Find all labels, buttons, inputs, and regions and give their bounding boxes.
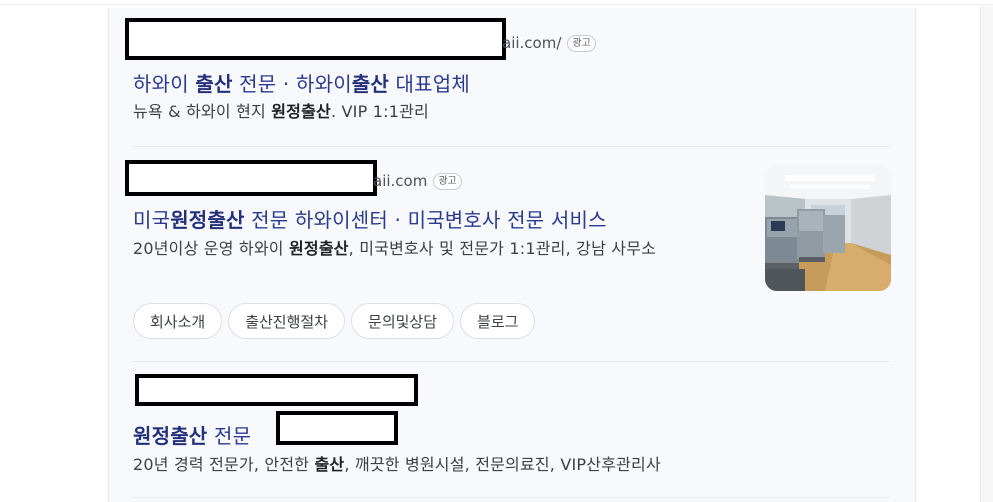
sitelink-blog[interactable]: 블로그 <box>460 303 536 339</box>
ad-badge: 광고 <box>567 34 596 52</box>
ad-url[interactable]: aii.com/ <box>502 34 561 52</box>
result-divider <box>133 497 890 498</box>
ad-title[interactable]: 미국원정출산 전문 하와이센터 · 미국변호사 전문 서비스 <box>133 204 607 233</box>
ad-desc-text: 20년 경력 전문가, 안전한 <box>133 455 315 474</box>
ad-description: 20년 경력 전문가, 안전한 출산, 깨끗한 병원시설, 전문의료진, VIP… <box>133 452 661 478</box>
ad-description: 뉴욕 & 하와이 현지 원정출산. VIP 1:1관리 <box>133 99 429 125</box>
sitelink-company-intro[interactable]: 회사소개 <box>133 303 223 339</box>
search-results-panel: aii.com/ 광고 하와이 출산 전문 · 하와이출산 대표업체 뉴욕 & … <box>108 8 916 502</box>
ad-title-keyword[interactable]: 출산 <box>352 72 389 96</box>
ad-desc-keyword: 원정출산 <box>271 102 331 121</box>
office-photo-icon <box>765 165 891 291</box>
ad-title[interactable]: 원정출산 전문 <box>133 420 251 449</box>
ad-title-text[interactable]: 미국 <box>133 208 170 232</box>
ad-title-text[interactable]: 하와이 <box>133 72 195 96</box>
sitelink-chips: 회사소개 출산진행절차 문의및상담 블로그 <box>133 303 536 339</box>
ad-desc-keyword: 출산 <box>314 455 345 474</box>
ad-desc-text: 20년이상 운영 하와이 <box>133 239 289 258</box>
redacted-site-name <box>135 374 418 406</box>
ad-description: 20년이상 운영 하와이 원정출산, 미국변호사 및 전문가 1:1관리, 강남… <box>133 236 737 262</box>
ad-title-keyword[interactable]: 출산 <box>195 72 232 96</box>
ad-title-text[interactable]: 전문 하와이센터 · 미국변호사 전문 서비스 <box>245 208 607 232</box>
sitelink-birth-procedure[interactable]: 출산진행절차 <box>228 303 346 339</box>
ad-title-keyword[interactable]: 원정출산 <box>170 208 244 232</box>
ad-desc-text: , 깨끗한 병원시설, 전문의료진, VIP산후관리사 <box>344 455 661 474</box>
ad-url-row[interactable]: aii.com 광고 <box>373 172 462 190</box>
ad-url[interactable]: aii.com <box>373 172 427 190</box>
scrollbar-track[interactable] <box>980 6 993 502</box>
ad-url-row[interactable]: aii.com/ 광고 <box>502 34 596 52</box>
ad-desc-text: , 미국변호사 및 전문가 1:1관리, 강남 사무소 <box>348 239 657 258</box>
ad-title-keyword[interactable]: 원정출산 <box>133 424 207 448</box>
ad-badge: 광고 <box>433 172 462 190</box>
redacted-site-name <box>276 411 398 445</box>
ad-desc-text: . VIP 1:1관리 <box>330 102 429 121</box>
sitelink-inquiry[interactable]: 문의및상담 <box>351 303 455 339</box>
redacted-site-name <box>125 160 377 196</box>
top-border <box>0 4 993 5</box>
redacted-site-name <box>125 18 506 60</box>
result-divider <box>133 146 890 147</box>
ad-desc-text: 뉴욕 & 하와이 현지 <box>133 102 272 121</box>
ad-title[interactable]: 하와이 출산 전문 · 하와이출산 대표업체 <box>133 68 470 97</box>
office-photo-thumbnail[interactable] <box>765 165 891 291</box>
ad-desc-keyword: 원정출산 <box>288 239 349 258</box>
ad-title-text[interactable]: 전문 <box>207 424 251 448</box>
ad-title-text[interactable]: 전문 · 하와이 <box>233 72 352 96</box>
ad-title-text[interactable]: 대표업체 <box>389 72 470 96</box>
result-divider <box>133 361 890 362</box>
